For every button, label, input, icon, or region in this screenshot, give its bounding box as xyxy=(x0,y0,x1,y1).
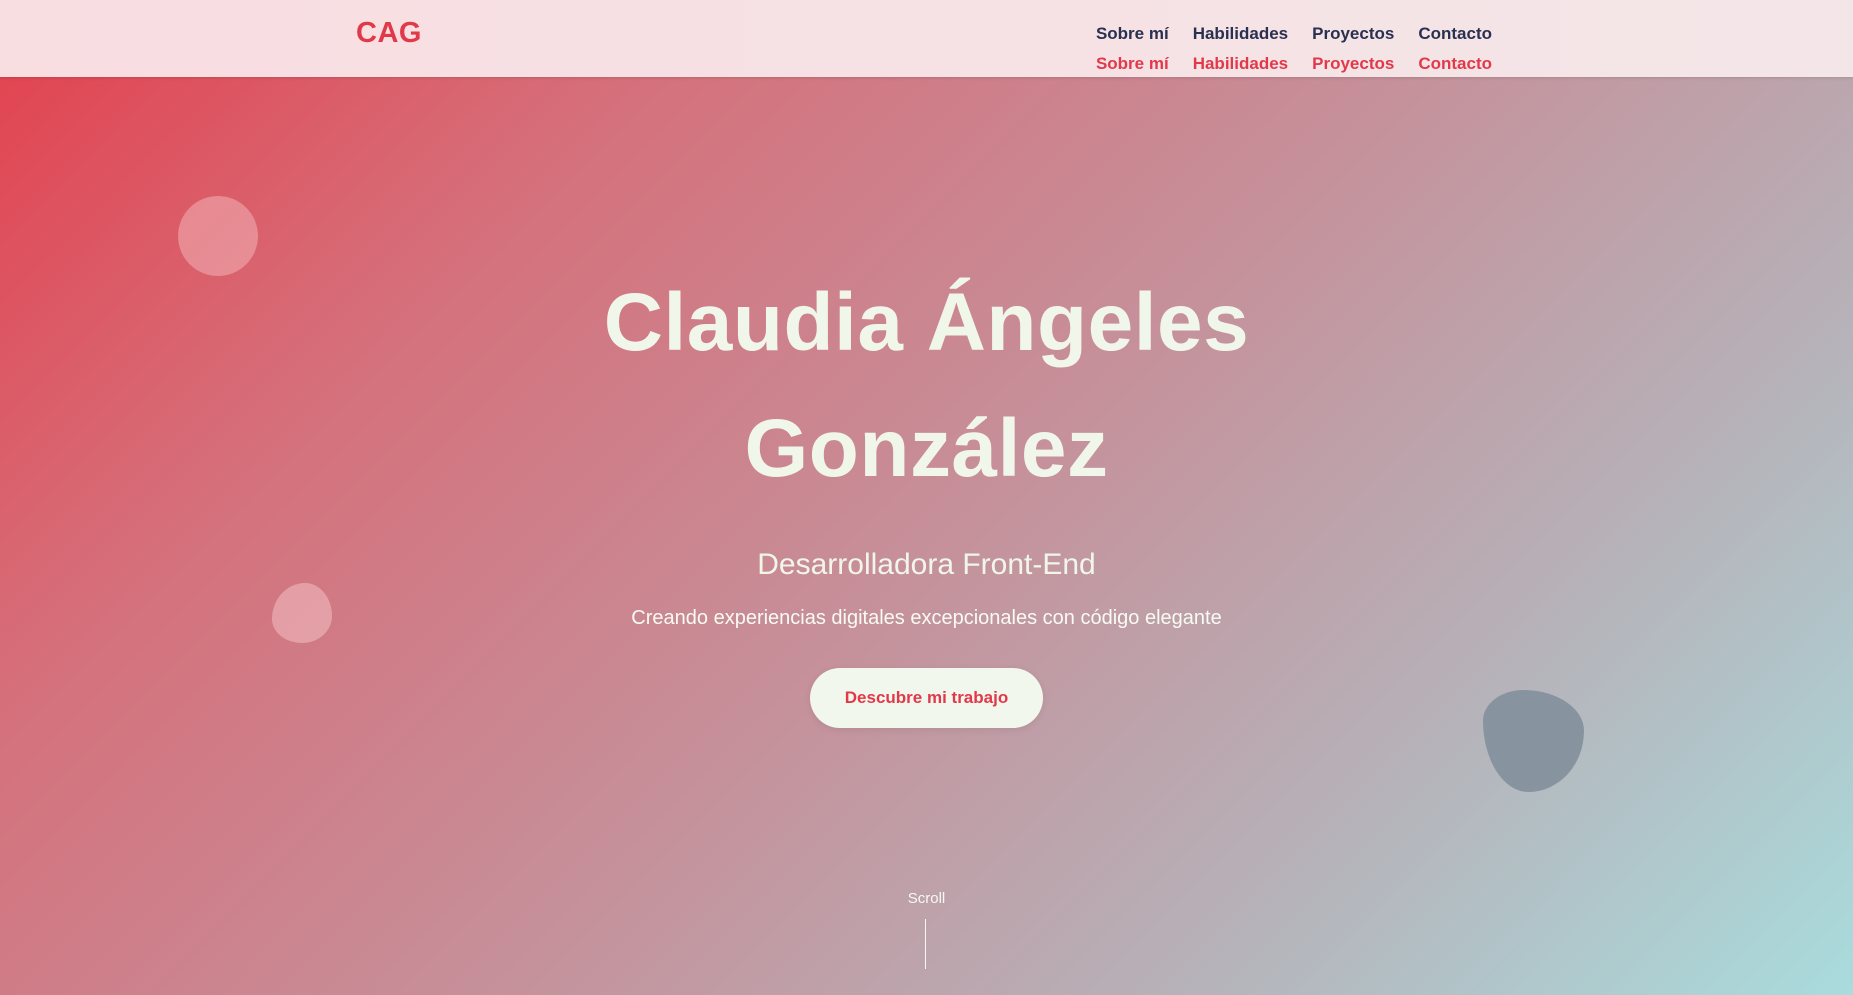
scroll-indicator[interactable]: Scroll xyxy=(0,890,1853,969)
site-header: CAG Sobre mí Habilidades Proyectos Conta… xyxy=(0,0,1853,77)
nav-dup-link-habilidades[interactable]: Habilidades xyxy=(1193,54,1288,74)
hero-name-line2: González xyxy=(744,403,1109,494)
main-nav: Sobre mí Habilidades Proyectos Contacto xyxy=(1096,24,1492,44)
hero-section: Claudia Ángeles González Desarrolladora … xyxy=(0,260,1853,728)
nav-link-habilidades[interactable]: Habilidades xyxy=(1193,24,1288,44)
nav-link-proyectos[interactable]: Proyectos xyxy=(1312,24,1394,44)
hero-name-line1: Claudia Ángeles xyxy=(603,277,1250,368)
nav-link-contacto[interactable]: Contacto xyxy=(1418,24,1492,44)
secondary-nav: Sobre mí Habilidades Proyectos Contacto xyxy=(1096,54,1492,74)
scroll-label: Scroll xyxy=(907,890,946,907)
nav-dup-link-proyectos[interactable]: Proyectos xyxy=(1312,54,1394,74)
nav-dup-link-sobre-mi[interactable]: Sobre mí xyxy=(1096,54,1169,74)
nav-link-sobre-mi[interactable]: Sobre mí xyxy=(1096,24,1169,44)
scroll-line xyxy=(925,919,926,969)
hero-role: Desarrolladora Front-End xyxy=(757,548,1096,581)
hero-tagline: Creando experiencias digitales excepcion… xyxy=(631,607,1222,629)
discover-work-button[interactable]: Descubre mi trabajo xyxy=(810,668,1043,728)
logo[interactable]: CAG xyxy=(356,17,422,50)
hero-name: Claudia Ángeles González xyxy=(0,260,1853,512)
nav-dup-link-contacto[interactable]: Contacto xyxy=(1418,54,1492,74)
